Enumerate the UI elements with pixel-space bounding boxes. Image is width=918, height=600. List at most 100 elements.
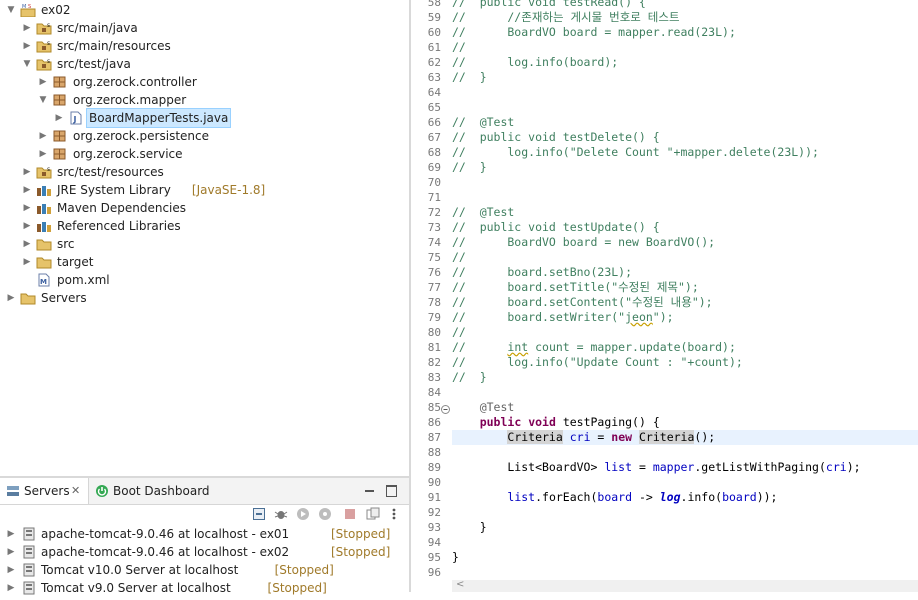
start-server-icon[interactable]: [296, 507, 310, 521]
code-token: .info(: [680, 490, 723, 504]
publish-icon[interactable]: [366, 507, 380, 521]
chevron-right-icon[interactable]: ▶: [22, 19, 32, 37]
chevron-right-icon[interactable]: ▶: [6, 543, 16, 561]
code-line[interactable]: public void testPaging() {: [452, 415, 660, 430]
horizontal-scrollbar[interactable]: <: [452, 579, 918, 592]
code-line[interactable]: List<BoardVO> list = mapper.getListWithP…: [452, 460, 860, 475]
line-number: 66: [427, 116, 441, 129]
code-token: List<BoardVO>: [452, 460, 605, 474]
chevron-right-icon[interactable]: ▶: [22, 199, 32, 217]
code-line[interactable]: // int count = mapper.update(board);: [452, 340, 736, 355]
chevron-right-icon[interactable]: ▶: [6, 289, 16, 307]
tree-item-label: src/main/resources: [57, 39, 171, 53]
code-line[interactable]: list.forEach(board -> log.info(board));: [452, 490, 777, 505]
code-line[interactable]: // public void testRead() {: [452, 0, 646, 10]
chevron-right-icon[interactable]: ▶: [22, 37, 32, 55]
package-icon: [52, 93, 68, 107]
code-line[interactable]: //: [452, 40, 466, 55]
code-line[interactable]: //: [452, 325, 466, 340]
code-token: // board.setTitle("수정된 제목");: [452, 280, 699, 294]
code-line[interactable]: // log.info("Update Count : "+count);: [452, 355, 743, 370]
code-editor[interactable]: 58 59 60 61 62 63 64 65 66 67 68 69 70 71 72 73 74 75 76 77…: [411, 0, 918, 592]
code-line[interactable]: // public void testDelete() {: [452, 130, 660, 145]
view-menu-icon[interactable]: [390, 507, 398, 521]
code-line[interactable]: Criteria cri = new Criteria();: [452, 430, 715, 445]
code-line[interactable]: @Test: [452, 400, 515, 415]
code-token: ));: [756, 490, 778, 504]
code-line[interactable]: // }: [452, 370, 487, 385]
code-line[interactable]: // board.setContent("수정된 내용");: [452, 295, 713, 310]
chevron-right-icon[interactable]: ▶: [22, 253, 32, 271]
code-token: new: [611, 430, 633, 444]
chevron-right-icon[interactable]: ▶: [22, 235, 32, 253]
code-line[interactable]: // }: [452, 160, 487, 175]
scroll-left-icon[interactable]: <: [456, 579, 464, 590]
chevron-right-icon[interactable]: ▶: [38, 127, 48, 145]
chevron-right-icon[interactable]: ▶: [38, 145, 48, 163]
minimize-icon[interactable]: [364, 481, 376, 499]
servers-icon: [7, 486, 19, 496]
code-line[interactable]: // }: [452, 70, 487, 85]
code-token: //: [452, 250, 466, 264]
fold-collapse-icon[interactable]: [441, 403, 450, 414]
chevron-down-icon[interactable]: ▼: [22, 55, 32, 73]
profile-icon[interactable]: [318, 507, 332, 521]
tree-item-label: src/test/java: [57, 57, 131, 71]
library-icon: [36, 219, 52, 233]
package-explorer-tree[interactable]: ▼ M Sex02 ▶ s src/main/java ▶ s src/main/resourc…: [0, 0, 409, 476]
code-line[interactable]: //: [452, 250, 466, 265]
code-line[interactable]: // log.info("Delete Count "+mapper.delet…: [452, 145, 819, 160]
code-token: // @Test: [452, 205, 515, 219]
code-token: }: [452, 520, 487, 534]
code-line[interactable]: // BoardVO board = new BoardVO();: [452, 235, 715, 250]
code-line[interactable]: // public void testUpdate() {: [452, 220, 660, 235]
line-number: 71: [427, 191, 441, 204]
tab-boot-dashboard[interactable]: Boot Dashboard: [93, 478, 213, 504]
code-line[interactable]: // board.setWriter("jeon");: [452, 310, 674, 325]
chevron-right-icon[interactable]: ▶: [6, 579, 16, 597]
code-line[interactable]: // BoardVO board = mapper.read(23L);: [452, 25, 736, 40]
code-line[interactable]: // log.info(board);: [452, 55, 618, 70]
tree-item-label: BoardMapperTests.java: [85, 108, 232, 128]
left-panel: ▼ M Sex02 ▶ s src/main/java ▶ s src/main/resourc…: [0, 0, 409, 595]
chevron-down-icon[interactable]: ▼: [38, 91, 48, 109]
chevron-right-icon[interactable]: ▶: [54, 109, 64, 127]
code-token: // log.info(board);: [452, 55, 619, 69]
server-name: Tomcat v9.0 Server at localhost: [41, 581, 231, 595]
code-line[interactable]: // board.setTitle("수정된 제목");: [452, 280, 699, 295]
tab-servers[interactable]: Servers ✕: [0, 478, 89, 504]
chevron-right-icon[interactable]: ▶: [38, 73, 48, 91]
svg-text:s: s: [47, 166, 50, 173]
line-number: 76: [427, 266, 441, 279]
debug-icon[interactable]: [274, 507, 288, 521]
chevron-right-icon[interactable]: ▶: [22, 181, 32, 199]
chevron-right-icon[interactable]: ▶: [6, 525, 16, 543]
line-number: 79: [427, 311, 441, 324]
chevron-right-icon[interactable]: ▶: [22, 217, 32, 235]
close-icon[interactable]: ✕: [71, 478, 80, 504]
servers-toolbar: [0, 505, 409, 525]
code-line[interactable]: // board.setBno(23L);: [452, 265, 632, 280]
chevron-right-icon[interactable]: ▶: [6, 561, 16, 579]
code-token: //: [452, 325, 466, 339]
stop-server-icon[interactable]: [343, 507, 357, 521]
maximize-icon[interactable]: [386, 485, 397, 497]
code-line[interactable]: // @Test: [452, 205, 514, 220]
code-line[interactable]: }: [452, 520, 487, 535]
tree-item-label: JRE System Library: [57, 183, 171, 197]
line-number: 70: [427, 176, 441, 189]
tab-boot-dashboard-label: Boot Dashboard: [113, 484, 210, 498]
chevron-down-icon[interactable]: ▼: [6, 1, 16, 19]
code-token: // board.setContent("수정된 내용");: [452, 295, 713, 309]
code-token: cri: [825, 460, 847, 474]
code-line[interactable]: // @Test: [452, 115, 514, 130]
code-line[interactable]: // //존재하는 게시물 번호로 테스트: [452, 10, 680, 25]
tree-item-label: org.zerock.controller: [73, 75, 197, 89]
code-line[interactable]: }: [452, 550, 459, 565]
server-name: apache-tomcat-9.0.46 at localhost - ex02: [41, 545, 290, 559]
code-token: // log.info("Update Count : "+count);: [452, 355, 743, 369]
line-number: 92: [427, 506, 441, 519]
chevron-right-icon[interactable]: ▶: [22, 163, 32, 181]
collapse-all-icon[interactable]: [252, 507, 266, 521]
line-number: 95: [427, 551, 441, 564]
